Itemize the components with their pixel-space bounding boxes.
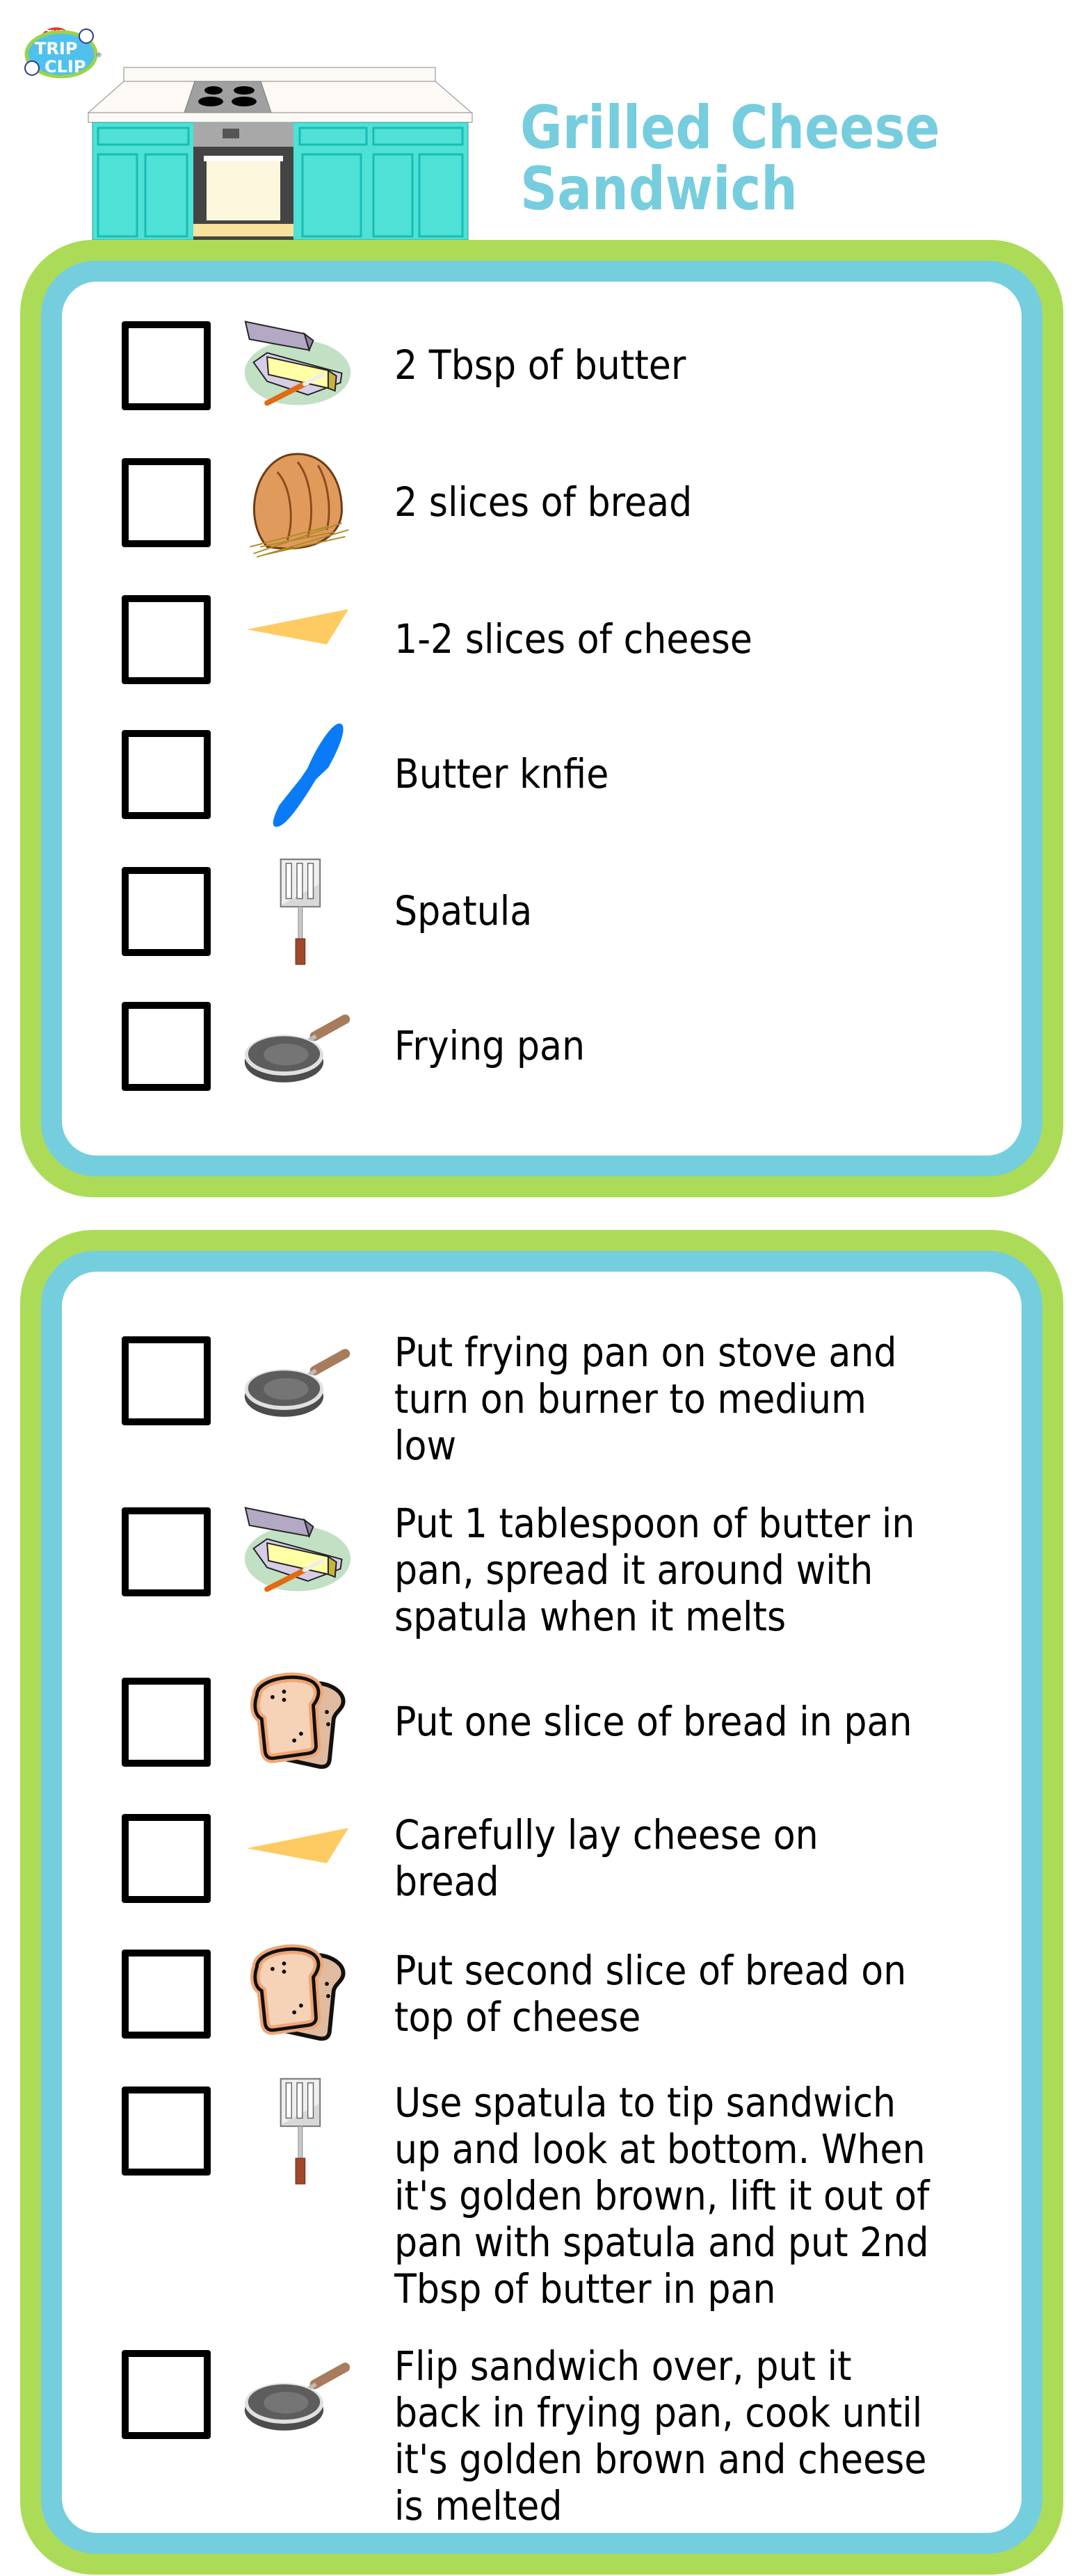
ingredients-card: 2 Tbsp of butter 2 slices of bread 1-2 sli… [20,240,1063,1197]
cheese-slice-icon [240,1801,355,1916]
step-label: Use spatula to tip sandwich up and look … [394,2079,930,2312]
logo-trip-text: TRIP [35,39,77,58]
steps-checklist: Put frying pan on stove and turn on burn… [62,1272,1022,2533]
spatula-icon [240,2073,355,2189]
bread-loaf-icon [240,445,355,560]
ingredients-card-inner-border: 2 Tbsp of butter 2 slices of bread 1-2 sli… [41,261,1042,1176]
spatula-icon [240,854,355,969]
ingredient-label: Spatula [394,887,533,934]
checkbox[interactable] [122,1814,211,1903]
kitchen-illustration [87,64,474,241]
frying-pan-icon [240,989,355,1104]
checkbox[interactable] [122,730,211,819]
step-label: Put 1 tablespoon of butter in pan, sprea… [394,1500,915,1640]
checkbox[interactable] [122,2350,211,2439]
steps-card-inner-border: Put frying pan on stove and turn on burn… [41,1251,1042,2554]
ingredient-label: 1-2 slices of cheese [394,615,752,663]
checkbox[interactable] [122,1002,211,1091]
title-line-2: Sandwich [520,154,798,224]
checkbox[interactable] [122,595,211,684]
ingredient-label: Frying pan [394,1022,586,1069]
step-label: Flip sandwich over, put it back in fryin… [394,2342,927,2529]
checkbox[interactable] [122,867,211,956]
ingredients-checklist: 2 Tbsp of butter 2 slices of bread 1-2 sli… [62,282,1022,1156]
ingredient-label: Butter knfie [394,750,609,797]
step-label: Carefully lay cheese on bread [394,1811,819,1905]
checkbox[interactable] [122,321,211,410]
logo-clip-text: CLIP [45,57,86,76]
logo-registered-mark: ® [96,52,102,59]
step-label: Put frying pan on stove and turn on burn… [394,1329,897,1469]
frying-pan-icon [240,1323,355,1439]
ingredient-label: 2 slices of bread [394,478,693,526]
step-label: Put second slice of bread on top of chee… [394,1947,907,2041]
page-title: Grilled Cheese Sandwich [520,97,940,220]
butter-dish-icon [240,308,355,423]
checkbox[interactable] [122,1507,211,1596]
checkbox[interactable] [122,1336,211,1425]
butter-knife-icon [240,717,355,832]
toast-slices-icon [240,1664,355,1780]
frying-pan-icon [240,2337,355,2452]
steps-card: Put frying pan on stove and turn on burn… [20,1230,1063,2575]
step-label: Put one slice of bread in pan [394,1698,912,1745]
ingredient-label: 2 Tbsp of butter [394,341,686,389]
title-line-1: Grilled Cheese [520,93,940,163]
checkbox[interactable] [122,1678,211,1767]
butter-dish-icon [240,1494,355,1610]
checkbox[interactable] [122,1950,211,2039]
toast-slices-icon [240,1936,355,2052]
checkbox[interactable] [122,458,211,547]
cheese-slice-icon [240,582,355,697]
checkbox[interactable] [122,2087,211,2176]
